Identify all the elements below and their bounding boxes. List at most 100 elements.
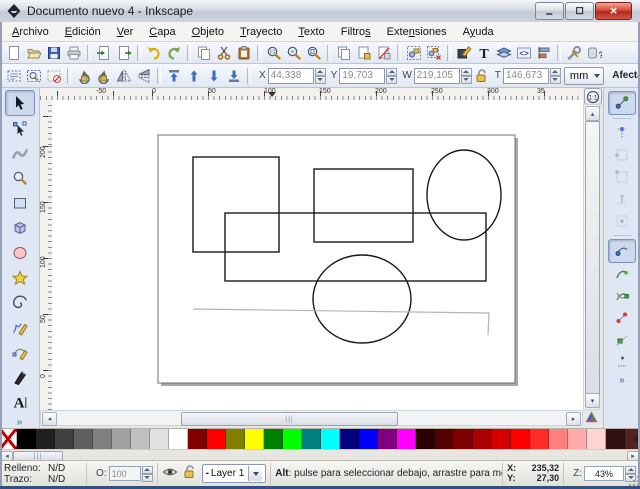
unit-selector[interactable]: mm bbox=[564, 67, 604, 85]
preferences-button[interactable] bbox=[564, 43, 584, 63]
scroll-down-button[interactable]: ▾ bbox=[585, 393, 600, 408]
node-editor-tool-button[interactable] bbox=[6, 117, 34, 141]
import-button[interactable] bbox=[94, 43, 114, 63]
paste-button[interactable] bbox=[234, 43, 254, 63]
layer-lock-icon[interactable] bbox=[181, 464, 197, 483]
height-field-input[interactable] bbox=[503, 68, 549, 84]
palette-swatch[interactable] bbox=[55, 429, 74, 449]
zoom-page-button[interactable] bbox=[304, 43, 324, 63]
horizontal-scrollbar-thumb[interactable]: ||| bbox=[181, 412, 398, 426]
opacity-input[interactable] bbox=[109, 466, 141, 481]
y-field-spinner[interactable] bbox=[386, 68, 397, 84]
save-button[interactable] bbox=[44, 43, 64, 63]
pen-tool-tool-button[interactable] bbox=[6, 340, 34, 364]
deselect-button[interactable] bbox=[44, 66, 64, 86]
snap-bbox-corners-button[interactable] bbox=[609, 166, 635, 188]
palette-swatch[interactable] bbox=[245, 429, 264, 449]
palette-swatch[interactable] bbox=[378, 429, 397, 449]
copy-button[interactable] bbox=[194, 43, 214, 63]
close-button[interactable] bbox=[595, 2, 632, 20]
spiral-tool-tool-button[interactable] bbox=[6, 291, 34, 315]
star-tool-tool-button[interactable] bbox=[6, 266, 34, 290]
palette-swatch[interactable] bbox=[359, 429, 378, 449]
palette-swatch[interactable] bbox=[473, 429, 492, 449]
zoom-selection-button[interactable] bbox=[264, 43, 284, 63]
palette-swatch[interactable] bbox=[150, 429, 169, 449]
input-devices-button[interactable]: ? bbox=[584, 43, 604, 63]
snap-bbox-centers-button[interactable] bbox=[609, 210, 635, 232]
palette-none-swatch[interactable] bbox=[0, 429, 17, 449]
fill-stroke-button[interactable] bbox=[454, 43, 474, 63]
width-field-input[interactable] bbox=[414, 68, 460, 84]
ruler-corner-button[interactable]: 1:1 bbox=[584, 88, 602, 105]
palette-swatch[interactable] bbox=[302, 429, 321, 449]
snap-path-button[interactable] bbox=[609, 263, 635, 285]
x-field-spinner[interactable] bbox=[315, 68, 326, 84]
snap-path-intersections-button[interactable] bbox=[609, 285, 635, 307]
menu-texto[interactable]: Texto bbox=[290, 24, 332, 40]
width-field-spinner[interactable] bbox=[461, 68, 472, 84]
text-dialog-button[interactable]: T bbox=[474, 43, 494, 63]
zoom-input[interactable] bbox=[584, 466, 624, 481]
snap-enable-button[interactable] bbox=[608, 91, 636, 115]
flip-horizontal-button[interactable] bbox=[114, 66, 134, 86]
canvas[interactable] bbox=[52, 100, 583, 410]
menu-extensiones[interactable]: Extensiones bbox=[379, 24, 455, 40]
menu-ayuda[interactable]: Ayuda bbox=[455, 24, 502, 40]
fill-stroke-indicator[interactable]: Relleno: N/D Trazo: N/D bbox=[0, 463, 87, 485]
layer-dropdown-arrow-icon[interactable] bbox=[248, 466, 262, 481]
scroll-right-button[interactable]: ▸ bbox=[566, 412, 581, 426]
layer-visibility-eye-icon[interactable] bbox=[162, 464, 178, 483]
y-field-input[interactable] bbox=[339, 68, 385, 84]
layer-selector[interactable]: - Layer 1 bbox=[202, 464, 267, 483]
align-dialog-button[interactable] bbox=[534, 43, 554, 63]
undo-button[interactable] bbox=[144, 43, 164, 63]
tweak-tool-button[interactable] bbox=[6, 142, 34, 166]
horizontal-scrollbar[interactable]: ◂ ||| ▸ bbox=[40, 410, 583, 426]
rotate-cw-button[interactable] bbox=[94, 66, 114, 86]
snap-nodes-button[interactable] bbox=[608, 239, 636, 263]
export-button[interactable] bbox=[114, 43, 134, 63]
toolbox-expander[interactable]: » bbox=[17, 417, 23, 428]
palette-swatch[interactable] bbox=[435, 429, 454, 449]
raise-button[interactable] bbox=[184, 66, 204, 86]
layers-dialog-button[interactable] bbox=[494, 43, 514, 63]
zoom-drawing-button[interactable] bbox=[284, 43, 304, 63]
snap-bbox-edges-button[interactable] bbox=[609, 144, 635, 166]
selector-tool-button[interactable] bbox=[5, 90, 35, 116]
redo-button[interactable] bbox=[164, 43, 184, 63]
open-button[interactable] bbox=[24, 43, 44, 63]
maximize-button[interactable] bbox=[565, 2, 594, 20]
lower-bottom-button[interactable] bbox=[224, 66, 244, 86]
box3d-tool-tool-button[interactable] bbox=[6, 216, 34, 240]
snap-line-midpoints-button[interactable] bbox=[609, 351, 635, 373]
palette-swatch[interactable] bbox=[36, 429, 55, 449]
palette-swatch[interactable] bbox=[511, 429, 530, 449]
palette-swatch[interactable] bbox=[112, 429, 131, 449]
flip-vertical-button[interactable] bbox=[134, 66, 154, 86]
new-button[interactable] bbox=[4, 43, 24, 63]
pencil-tool-tool-button[interactable] bbox=[6, 316, 34, 340]
palette-swatch[interactable] bbox=[454, 429, 473, 449]
ellipse-tool-tool-button[interactable] bbox=[6, 241, 34, 265]
palette-swatch[interactable] bbox=[492, 429, 511, 449]
snap-bbox-edge-midpoints-button[interactable] bbox=[609, 188, 635, 210]
snap-cusp-nodes-button[interactable] bbox=[609, 307, 635, 329]
menu-archivo[interactable]: Archivo bbox=[4, 24, 57, 40]
palette-swatch[interactable] bbox=[207, 429, 226, 449]
palette-swatch[interactable] bbox=[587, 429, 606, 449]
palette-swatch[interactable] bbox=[131, 429, 150, 449]
print-button[interactable] bbox=[64, 43, 84, 63]
snap-smooth-nodes-button[interactable] bbox=[609, 329, 635, 351]
palette-swatch[interactable] bbox=[416, 429, 435, 449]
lower-button[interactable] bbox=[204, 66, 224, 86]
zoom-tool-tool-button[interactable] bbox=[6, 167, 34, 191]
menu-edicin[interactable]: Edición bbox=[57, 24, 109, 40]
raise-top-button[interactable] bbox=[164, 66, 184, 86]
select-all-layers-button[interactable] bbox=[24, 66, 44, 86]
palette-swatch[interactable] bbox=[226, 429, 245, 449]
palette-swatch[interactable] bbox=[530, 429, 549, 449]
scroll-left-button[interactable]: ◂ bbox=[42, 412, 57, 426]
palette-swatch[interactable] bbox=[264, 429, 283, 449]
minimize-button[interactable] bbox=[535, 2, 564, 20]
